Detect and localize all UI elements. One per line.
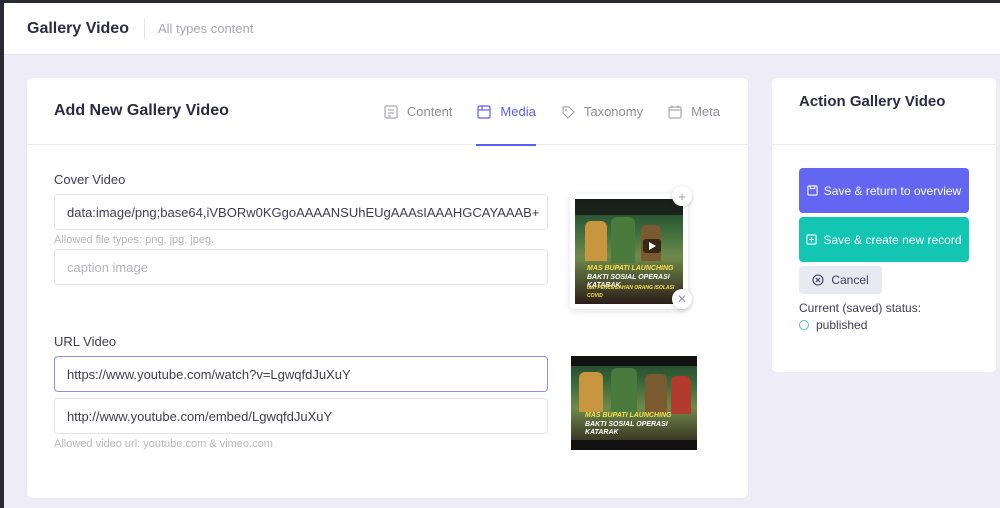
- page-title: Gallery Video: [27, 19, 129, 37]
- taxonomy-icon: [560, 104, 576, 120]
- caption-image-input[interactable]: caption image: [54, 249, 548, 285]
- tab-taxonomy-label: Taxonomy: [583, 104, 644, 119]
- media-icon: [476, 104, 492, 120]
- tab-content[interactable]: Content: [383, 78, 453, 145]
- cover-video-image: MAS BUPATI LAUNCHING BAKTI SOSIAL OPERAS…: [575, 199, 683, 304]
- action-card-header: Action Gallery Video: [772, 78, 996, 145]
- save-create-label: Save & create new record: [823, 232, 962, 247]
- status-dot-icon: [799, 320, 809, 330]
- status-text: published: [816, 318, 868, 332]
- tab-content-label: Content: [406, 104, 453, 119]
- cancel-icon: [812, 274, 824, 286]
- tab-media-label: Media: [500, 104, 536, 119]
- cover-video-hint: Allowed file types: png, jpg, jpeg.: [54, 234, 215, 246]
- cover-video-label: Cover Video: [54, 172, 126, 187]
- tab-media[interactable]: Media: [476, 78, 537, 146]
- remove-image-button[interactable]: ✕: [672, 289, 692, 309]
- form-tabs: Content Media Taxonomy Meta: [359, 78, 720, 146]
- window-frame-left: [0, 0, 4, 508]
- content-icon: [383, 104, 399, 120]
- video-preview-image: MAS BUPATI LAUNCHING BAKTI SOSIAL OPERAS…: [571, 356, 697, 450]
- save-create-button[interactable]: Save & create new record: [799, 217, 969, 262]
- add-image-button[interactable]: +: [672, 186, 692, 206]
- thumbnail-line-1: MAS BUPATI LAUNCHING: [587, 265, 674, 272]
- top-bar: Gallery Video All types content: [4, 3, 1000, 55]
- cancel-button[interactable]: Cancel: [799, 266, 882, 294]
- video-preview: MAS BUPATI LAUNCHING BAKTI SOSIAL OPERAS…: [571, 356, 697, 450]
- meta-icon: [667, 104, 683, 120]
- status-label: Current (saved) status:: [799, 301, 922, 315]
- tab-taxonomy[interactable]: Taxonomy: [560, 78, 643, 145]
- cover-thumbnail: MAS BUPATI LAUNCHING BAKTI SOSIAL OPERAS…: [570, 194, 688, 309]
- embed-url-input[interactable]: http://www.youtube.com/embed/LgwqfdJuXuY: [54, 398, 548, 434]
- add-icon: [806, 233, 818, 245]
- gallery-video-form-card: Add New Gallery Video Content Media Taxo…: [27, 78, 748, 498]
- url-video-hint: Allowed video url: youtube.com & vimeo.c…: [54, 438, 273, 450]
- tab-meta-label: Meta: [691, 104, 720, 119]
- form-title: Add New Gallery Video: [54, 102, 229, 119]
- cover-video-input[interactable]: data:image/png;base64,iVBORw0KGgoAAAANSU…: [54, 194, 548, 230]
- preview-line-1: MAS BUPATI LAUNCHING: [585, 412, 672, 419]
- title-divider: [143, 18, 145, 39]
- page-subtitle: All types content: [157, 21, 254, 36]
- url-video-input[interactable]: https://www.youtube.com/watch?v=LgwqfdJu…: [54, 356, 548, 392]
- tab-meta[interactable]: Meta: [667, 78, 720, 145]
- plus-icon: +: [678, 188, 686, 204]
- play-icon: [643, 239, 661, 253]
- status-value: published: [799, 318, 867, 332]
- save-icon: [807, 184, 818, 196]
- form-card-header: Add New Gallery Video Content Media Taxo…: [27, 78, 748, 146]
- preview-line-2: BAKTI SOSIAL OPERASI KATARAK: [585, 421, 668, 436]
- action-title: Action Gallery Video: [799, 93, 946, 110]
- action-card: Action Gallery Video Save & return to ov…: [772, 78, 996, 372]
- save-return-label: Save & return to overview: [823, 183, 962, 198]
- cancel-label: Cancel: [831, 273, 869, 287]
- video-title-band: [575, 199, 683, 215]
- thumbnail-line-3: dan PENCEGAHAN ORANG ISOLASI COVID: [587, 285, 675, 299]
- close-icon: ✕: [676, 292, 688, 306]
- save-return-button[interactable]: Save & return to overview: [799, 168, 969, 213]
- url-video-label: URL Video: [54, 334, 117, 349]
